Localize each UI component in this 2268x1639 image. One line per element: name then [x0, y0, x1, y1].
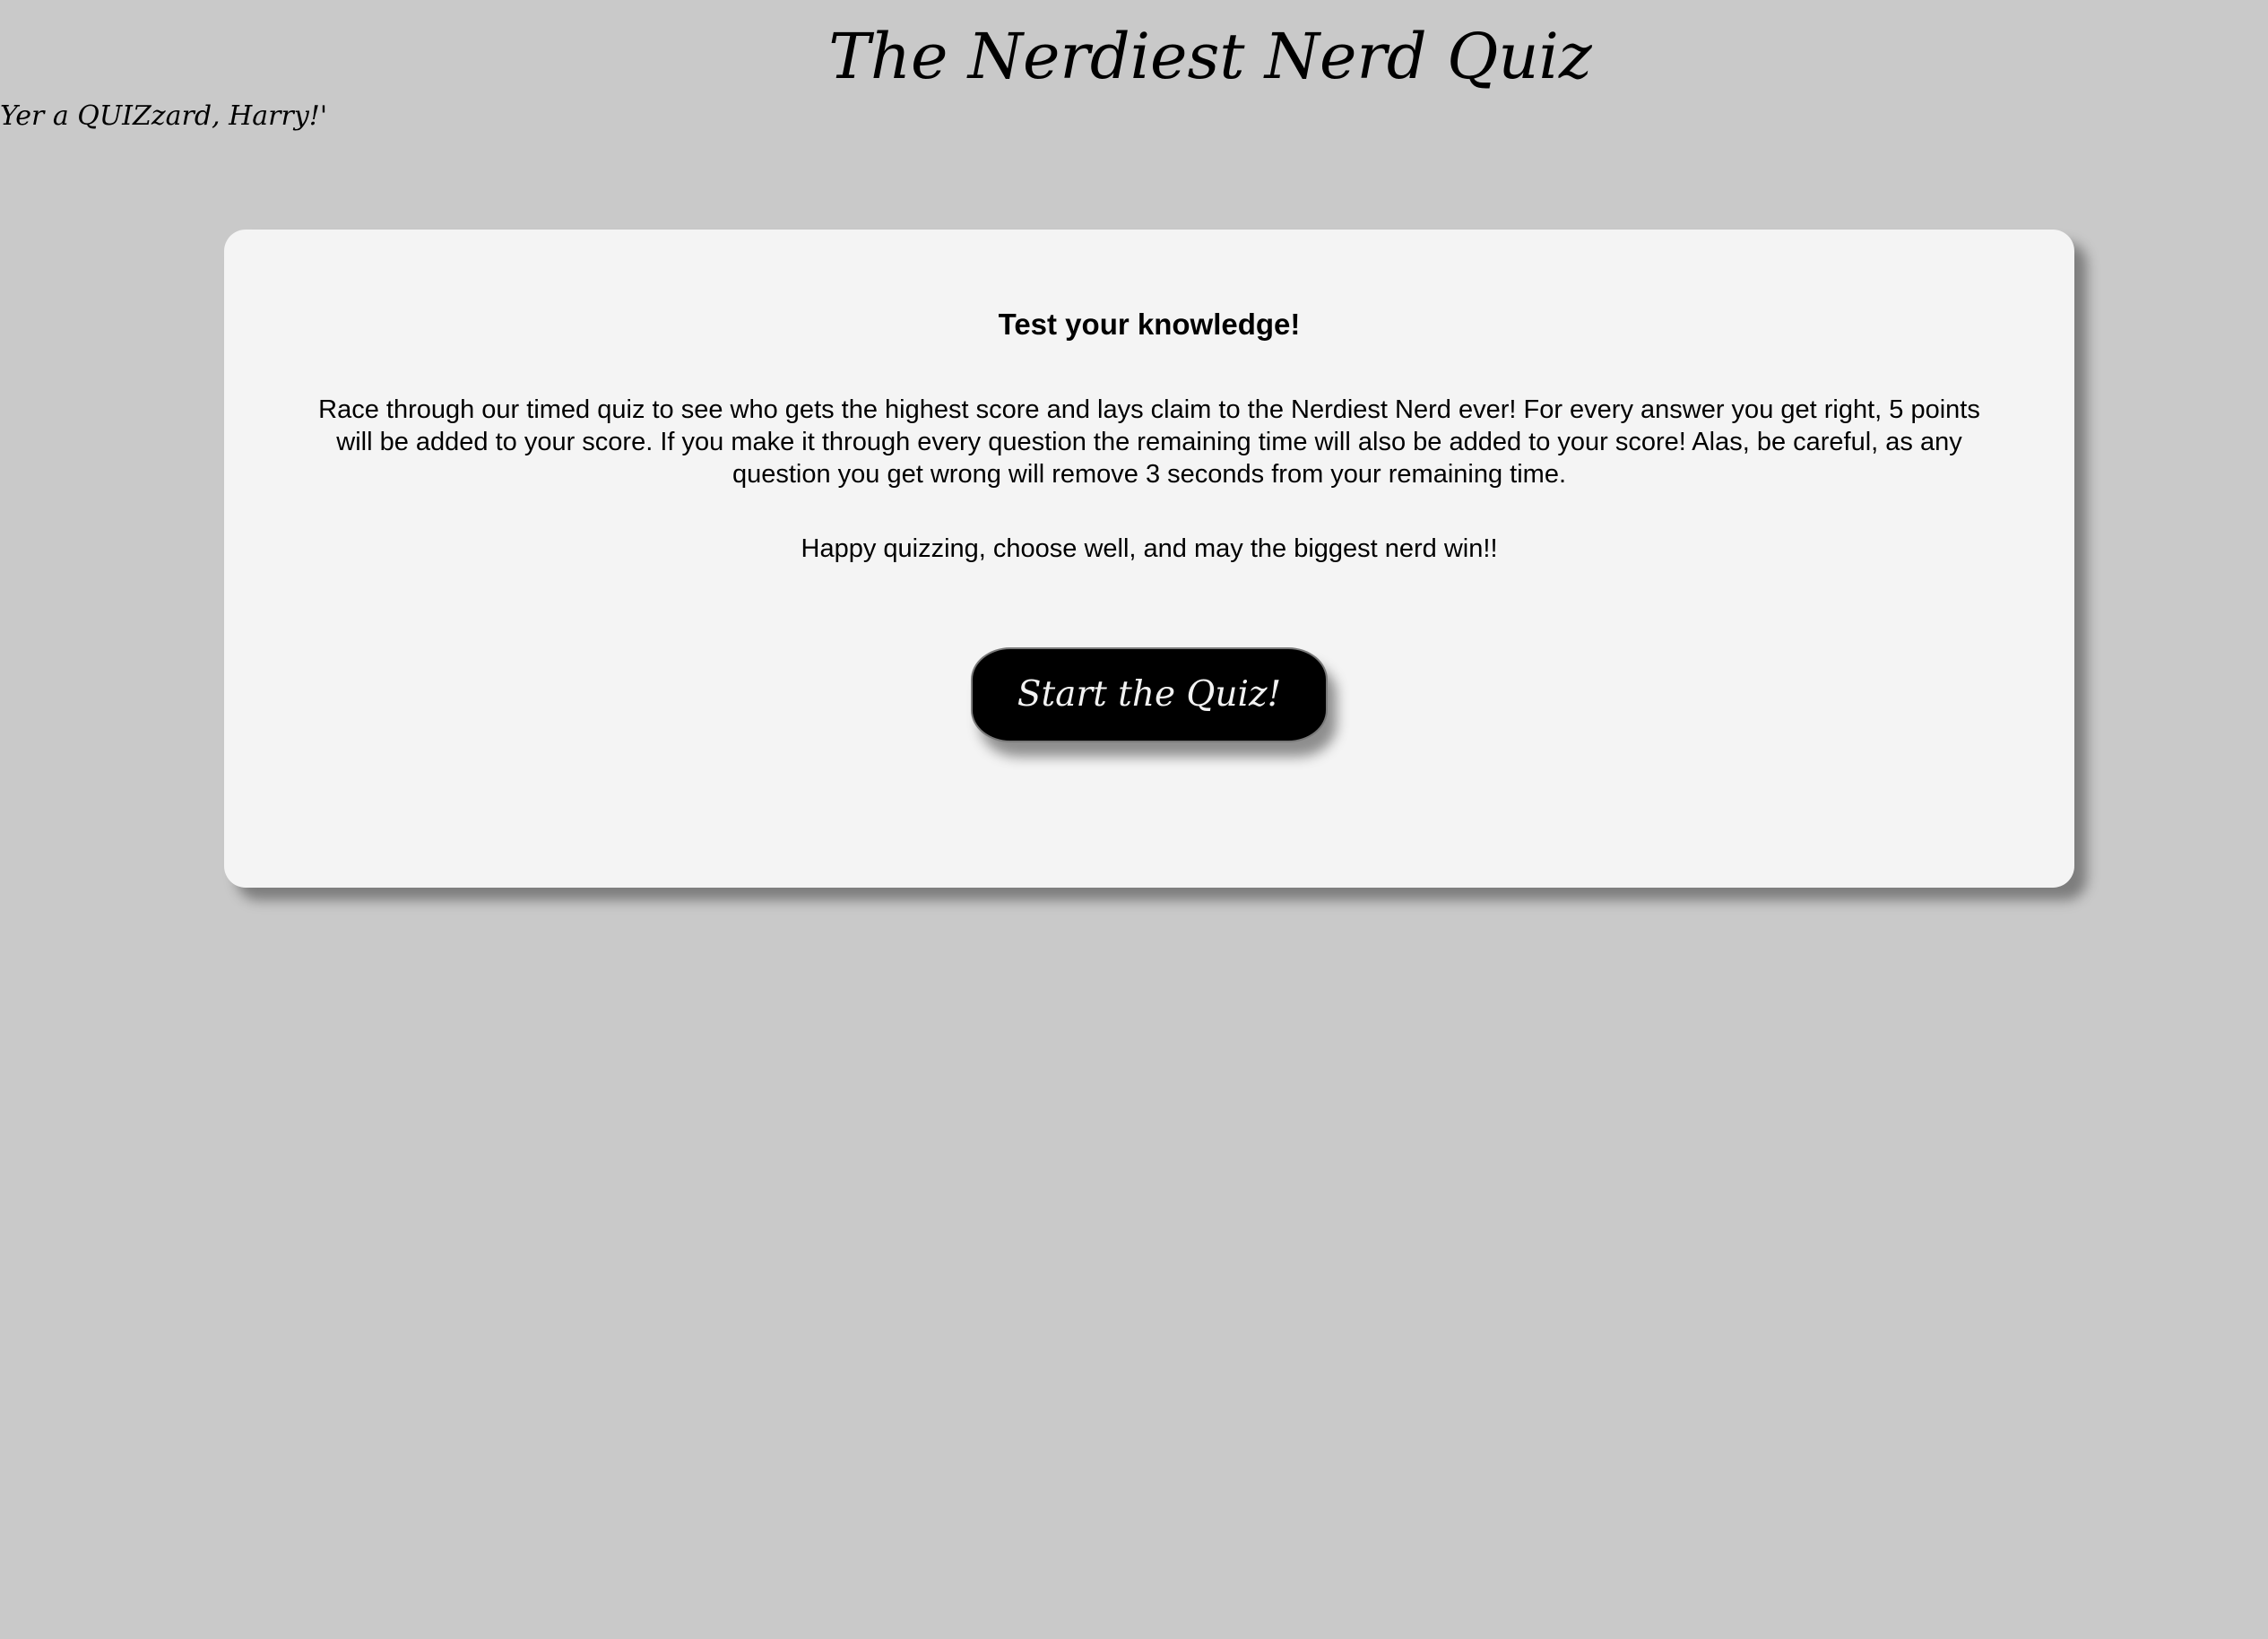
- tagline: Yer a QUIZzard, Harry!': [0, 100, 328, 132]
- card-heading: Test your knowledge!: [998, 308, 1301, 341]
- start-quiz-button[interactable]: Start the Quiz!: [971, 647, 1328, 742]
- quiz-instructions: Race through our timed quiz to see who g…: [318, 395, 1980, 489]
- closing-message: Happy quizzing, choose well, and may the…: [801, 534, 1498, 563]
- quiz-intro-card: Test your knowledge! Race through our ti…: [224, 230, 2074, 888]
- page-title: The Nerdiest Nerd Quiz: [828, 20, 1592, 93]
